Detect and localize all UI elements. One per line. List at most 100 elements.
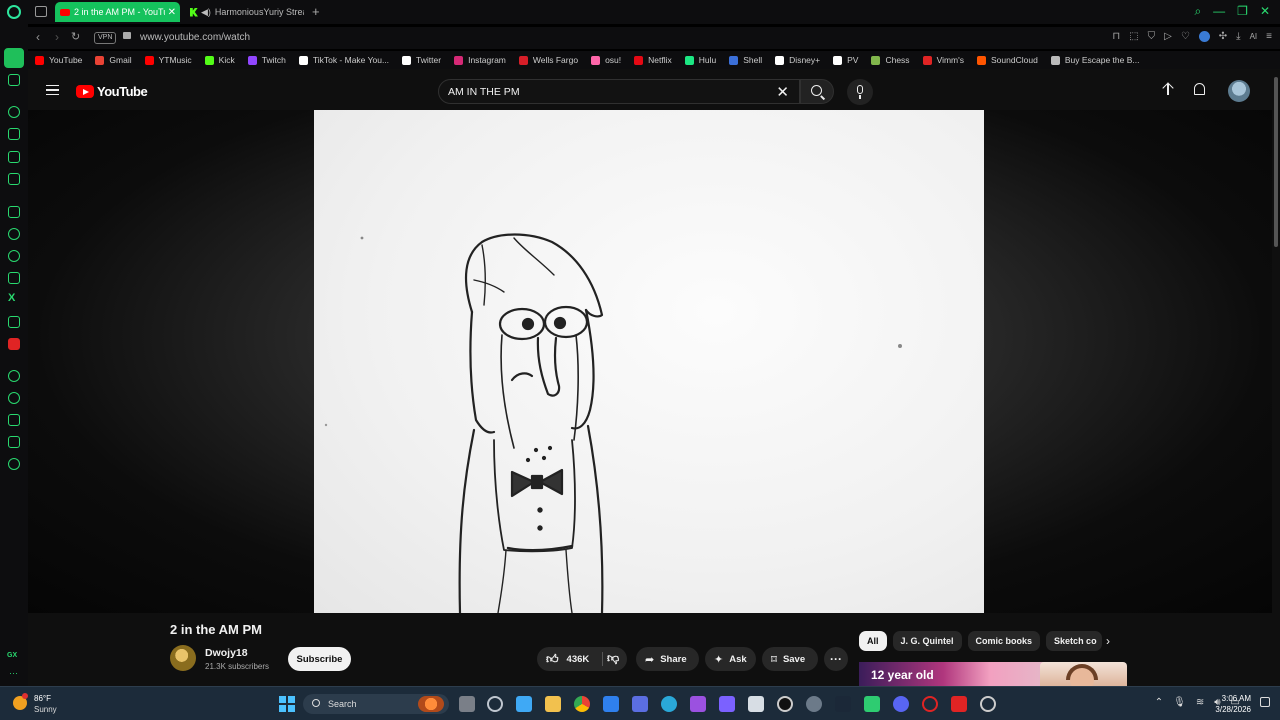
app-icon[interactable] xyxy=(748,696,764,712)
app-icon[interactable] xyxy=(980,696,996,712)
file-explorer-icon[interactable] xyxy=(545,696,561,712)
recommended-video-thumbnail[interactable]: 12 year old xyxy=(859,662,1046,686)
music-player-icon[interactable] xyxy=(8,370,20,382)
heart-icon[interactable]: ♡ xyxy=(1181,31,1190,42)
bookmark-item[interactable]: Instagram xyxy=(454,55,506,65)
instagram-icon[interactable] xyxy=(8,272,20,284)
discord-icon[interactable] xyxy=(8,316,20,328)
bookmark-item[interactable]: TikTok - Make You... xyxy=(298,55,389,65)
chevron-right-icon[interactable]: › xyxy=(1106,634,1110,648)
downloads-icon[interactable] xyxy=(8,414,20,426)
recommended-video-thumbnail[interactable] xyxy=(1040,662,1127,686)
microphone-icon[interactable]: 🎙︎ xyxy=(1173,697,1186,708)
lock-icon[interactable] xyxy=(123,32,131,39)
app-icon[interactable] xyxy=(777,696,793,712)
youtube-music-icon[interactable] xyxy=(8,338,20,350)
vpn-badge[interactable]: VPN xyxy=(94,32,117,44)
twitch-icon[interactable] xyxy=(8,206,20,218)
history-icon[interactable] xyxy=(8,106,20,118)
steam-icon[interactable] xyxy=(835,696,851,712)
chip-jg-quintel[interactable]: J. G. Quintel xyxy=(892,631,962,651)
app-icon[interactable] xyxy=(690,696,706,712)
settings-icon[interactable] xyxy=(8,458,20,470)
gx-control-icon[interactable] xyxy=(8,74,20,86)
back-icon[interactable]: ‹ xyxy=(36,30,40,44)
photos-icon[interactable] xyxy=(516,696,532,712)
channel-name[interactable]: Dwojy18 xyxy=(205,647,248,659)
bookmark-item[interactable]: Chess xyxy=(871,55,910,65)
tab-youtube[interactable]: 2 in the AM PM - YouTube ✕ xyxy=(55,2,180,22)
discord-icon[interactable] xyxy=(893,696,909,712)
ask-button[interactable]: ✦ Ask xyxy=(705,647,756,671)
app-icon[interactable] xyxy=(806,696,822,712)
opera-gx-icon[interactable] xyxy=(922,696,938,712)
settings-gear-icon[interactable] xyxy=(487,696,503,712)
minimize-icon[interactable]: — xyxy=(1213,4,1225,19)
restore-icon[interactable]: ❐ xyxy=(1237,4,1248,19)
audio-playing-icon[interactable]: ◀) xyxy=(201,7,211,18)
chip-comic-books[interactable]: Comic books xyxy=(967,631,1041,651)
app-icon[interactable] xyxy=(864,696,880,712)
shield-icon[interactable]: ⛉ xyxy=(1148,31,1156,42)
clear-search-icon[interactable]: ✕ xyxy=(776,83,789,101)
youtube-logo[interactable]: YouTube xyxy=(76,84,148,99)
reload-icon[interactable]: ↻ xyxy=(71,30,80,43)
notifications-icon[interactable] xyxy=(1260,697,1270,707)
extensions-icon[interactable]: ✣ xyxy=(1219,31,1227,42)
forward-icon[interactable]: › xyxy=(55,30,59,44)
workspace-icon[interactable] xyxy=(8,128,20,140)
save-button[interactable]: ⌑ Save xyxy=(762,647,818,671)
create-upload-icon[interactable] xyxy=(1162,82,1174,96)
chip-all[interactable]: All xyxy=(859,631,887,651)
url-field[interactable]: www.youtube.com/watch xyxy=(140,32,250,43)
bookmark-item[interactable]: Shell xyxy=(729,55,762,65)
extensions-sidebar-icon[interactable] xyxy=(8,436,20,448)
profile-sync-icon[interactable] xyxy=(1198,31,1210,42)
notepad-icon[interactable] xyxy=(603,696,619,712)
ai-button[interactable]: AI xyxy=(1250,32,1258,41)
subscribe-button[interactable]: Subscribe xyxy=(288,647,351,671)
show-hidden-icons-icon[interactable]: ⌃ xyxy=(1155,697,1163,708)
close-window-icon[interactable]: ✕ xyxy=(1260,4,1270,19)
bookmark-item[interactable]: Vimm's xyxy=(922,55,964,65)
video-frame[interactable] xyxy=(314,110,984,613)
chrome-icon[interactable] xyxy=(574,696,590,712)
start-button[interactable] xyxy=(279,696,295,712)
bookmark-item[interactable]: PV xyxy=(833,55,858,65)
bookmark-item[interactable]: Netflix xyxy=(634,55,672,65)
app-icon[interactable] xyxy=(951,696,967,712)
close-tab-icon[interactable]: ✕ xyxy=(168,7,176,18)
messenger-icon[interactable] xyxy=(8,228,20,240)
home-icon[interactable] xyxy=(4,48,24,68)
clock[interactable]: 3:06 AM 3/28/2026 xyxy=(1215,693,1251,715)
app-icon[interactable] xyxy=(719,696,735,712)
search-tabs-icon[interactable]: ⌕ xyxy=(1194,4,1201,19)
task-view-icon[interactable] xyxy=(459,696,475,712)
bookmark-item[interactable]: Disney+ xyxy=(775,55,820,65)
weather-temperature[interactable]: 86°F xyxy=(34,694,51,703)
download-icon[interactable]: ⤓ xyxy=(1236,31,1240,42)
snapshot-icon[interactable]: ⬚ xyxy=(1129,31,1138,42)
search-button[interactable] xyxy=(800,79,834,104)
search-input[interactable]: AM IN THE PM ✕ xyxy=(438,79,800,104)
bookmark-item[interactable]: YouTube xyxy=(35,55,82,65)
channel-avatar[interactable] xyxy=(170,645,196,671)
menu-icon[interactable]: ≡ xyxy=(1266,31,1272,42)
game-controller-icon[interactable] xyxy=(632,696,648,712)
share-button[interactable]: ➦ Share xyxy=(636,647,699,671)
bookmark-item[interactable]: Gmail xyxy=(95,55,132,65)
bookmark-item[interactable]: Kick xyxy=(204,55,235,65)
taskbar-search[interactable]: Search xyxy=(303,694,449,714)
like-button[interactable]: 👍︎ 436K 👎︎ xyxy=(537,647,627,671)
tab-kick-stream[interactable]: ◀) HarmoniousYuriy Stream xyxy=(186,2,304,22)
guide-menu-icon[interactable] xyxy=(46,85,59,95)
bookmark-item[interactable]: Twitter xyxy=(402,55,441,65)
bookmark-item[interactable]: osu! xyxy=(591,55,621,65)
wifi-icon[interactable]: ≋ xyxy=(1196,697,1204,708)
new-tab-icon[interactable]: + xyxy=(312,4,320,19)
bookmark-item[interactable]: SoundCloud xyxy=(977,55,1038,65)
weather-condition[interactable]: Sunny xyxy=(34,705,57,714)
whatsapp-icon[interactable] xyxy=(8,250,20,262)
more-actions-button[interactable]: ··· xyxy=(824,647,848,671)
dislike-button[interactable]: 👎︎ xyxy=(607,651,619,666)
